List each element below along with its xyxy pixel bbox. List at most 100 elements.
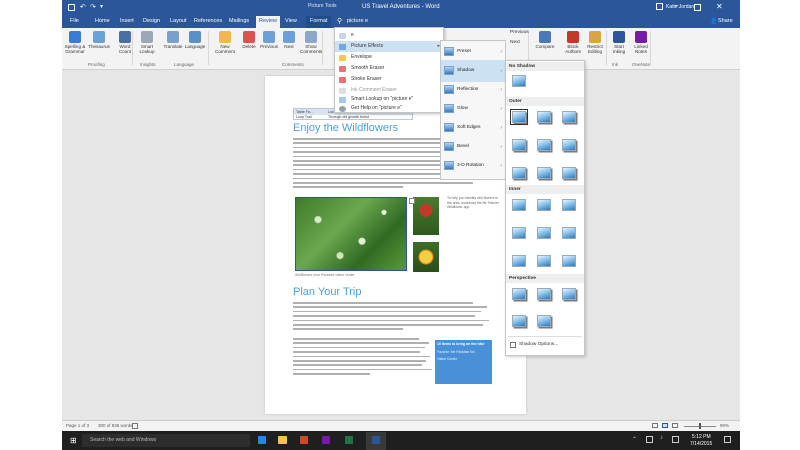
ribbon-button-compare[interactable]: Compare — [534, 31, 556, 49]
tab-mailings[interactable]: Mailings — [229, 18, 249, 24]
ribbon-button-delete[interactable]: Delete — [238, 31, 260, 49]
clock-date[interactable]: 7/14/2015 — [690, 441, 712, 447]
ribbon-display-options-icon[interactable] — [656, 3, 663, 10]
action-center-icon[interactable] — [724, 436, 731, 443]
user-name[interactable]: Katie Jordan — [666, 4, 694, 10]
network-icon[interactable] — [646, 436, 653, 443]
shadow-option-perspective[interactable] — [512, 288, 526, 300]
tab-format[interactable]: Format — [306, 16, 332, 28]
shadow-option-outer[interactable] — [537, 139, 551, 151]
ribbon-button-spelling-grammar[interactable]: Spelling & Grammar — [64, 31, 86, 55]
ribbon-button-block-authors[interactable]: Block Authors — [562, 31, 584, 55]
shadow-option-inner[interactable] — [537, 255, 551, 267]
shadow-option-outer[interactable] — [562, 111, 576, 123]
ribbon-button-next[interactable]: Next — [278, 31, 300, 49]
document-area[interactable]: Table Fa... Location Loop Trail Through … — [62, 70, 740, 420]
tab-insert[interactable]: Insert — [120, 18, 134, 24]
shadow-option-outer[interactable] — [512, 167, 526, 179]
menu-item-stroke-eraser[interactable]: Stroke Eraser — [335, 74, 443, 85]
shadow-option-inner[interactable] — [562, 227, 576, 239]
undo-icon[interactable]: ↶ — [80, 3, 86, 11]
share-button[interactable]: Share — [718, 18, 733, 24]
shadow-option-perspective[interactable] — [562, 288, 576, 300]
shadow-option-none[interactable] — [512, 75, 526, 87]
effect-3d-rotation[interactable]: 3-D Rotation › — [441, 155, 505, 177]
file-explorer-icon[interactable] — [278, 436, 287, 444]
windows-start-icon[interactable]: ⊞ — [70, 436, 77, 445]
compare-icon — [539, 31, 551, 43]
shadow-option-outer[interactable] — [562, 139, 576, 151]
powerpoint-icon[interactable] — [300, 436, 308, 444]
ribbon-button-show-comments[interactable]: Show Comments — [300, 31, 322, 55]
ribbon-button-label: Delete — [242, 44, 256, 49]
quick-access-more-icon[interactable]: ▾ — [100, 3, 103, 10]
menu-item-smooth-eraser[interactable]: Smooth Eraser — [335, 63, 443, 74]
shadow-option-outer[interactable] — [512, 139, 526, 151]
tab-file[interactable]: File — [70, 18, 79, 24]
ribbon-button-new-comment[interactable]: New Comment — [214, 31, 236, 55]
menu-item-get-help[interactable]: Get Help on "picture e" — [335, 103, 443, 114]
shadow-option-inner[interactable] — [562, 199, 576, 211]
onenote-icon[interactable] — [322, 436, 330, 444]
tab-layout[interactable]: Layout — [170, 18, 187, 24]
shadow-option-perspective[interactable] — [537, 288, 551, 300]
maximize-button[interactable] — [694, 4, 701, 11]
shadow-option-outer[interactable] — [510, 109, 528, 125]
menu-item-edit[interactable]: e — [335, 30, 443, 41]
shadow-option-perspective[interactable] — [537, 315, 551, 327]
tracking-next-button[interactable]: Next — [510, 40, 520, 45]
word-count[interactable]: 300 of 836 words — [98, 423, 133, 428]
flower-photo-yellow[interactable] — [413, 242, 439, 272]
page-count[interactable]: Page 1 of 3 — [66, 423, 89, 428]
zoom-level[interactable]: 90% — [720, 423, 729, 428]
zoom-slider-thumb[interactable] — [699, 423, 701, 429]
tray-chevron-icon[interactable]: ⌃ — [632, 436, 637, 443]
shadow-option-perspective[interactable] — [512, 315, 526, 327]
tab-view[interactable]: View — [285, 18, 297, 24]
web-layout-icon[interactable] — [672, 423, 678, 428]
shadow-options-link[interactable]: Shadow Options... — [519, 342, 558, 347]
callout-box[interactable]: 10 Items to bring on the hike Favorite: … — [435, 340, 492, 384]
ribbon-button-previous[interactable]: Previous — [258, 31, 280, 49]
tab-review[interactable]: Review — [256, 16, 281, 28]
tab-design[interactable]: Design — [143, 18, 160, 24]
menu-item-picture-effects[interactable]: Picture Effects ▸ — [335, 41, 443, 52]
notifications-icon[interactable] — [672, 436, 679, 443]
shadow-option-inner[interactable] — [537, 199, 551, 211]
shadow-option-outer[interactable] — [562, 167, 576, 179]
close-button[interactable]: ✕ — [716, 2, 723, 11]
shadow-option-outer[interactable] — [537, 111, 551, 123]
share-icon[interactable]: 👤 — [710, 18, 717, 25]
ribbon-button-translate[interactable]: Translate — [162, 31, 184, 49]
tracking-previous-button[interactable]: Previous — [510, 30, 529, 35]
shadow-option-inner[interactable] — [562, 255, 576, 267]
task-view-icon[interactable] — [258, 436, 266, 444]
excel-icon[interactable] — [345, 436, 353, 444]
volume-icon[interactable]: ♪ — [660, 435, 663, 441]
wildflower-photo[interactable] — [295, 197, 407, 271]
redo-icon[interactable]: ↷ — [90, 3, 96, 11]
read-mode-icon[interactable] — [652, 423, 658, 428]
tab-home[interactable]: Home — [95, 18, 110, 24]
shadow-option-inner[interactable] — [512, 227, 526, 239]
clock-time[interactable]: 5:12 PM — [692, 434, 711, 440]
shadow-option-inner[interactable] — [512, 255, 526, 267]
ribbon-button-restrict-editing[interactable]: Restrict Editing — [584, 31, 606, 55]
shadow-option-outer[interactable] — [537, 167, 551, 179]
menu-item-envelope[interactable]: Envelope — [335, 52, 443, 63]
ribbon-button-start-inking[interactable]: Start Inking — [608, 31, 630, 55]
ribbon-button-linked-notes[interactable]: Linked Notes — [630, 31, 652, 55]
tell-me-input[interactable]: picture e — [347, 18, 368, 24]
print-layout-icon[interactable] — [662, 423, 668, 428]
tab-references[interactable]: References — [194, 18, 222, 24]
flower-photo-red[interactable] — [413, 197, 439, 235]
save-icon[interactable] — [68, 4, 75, 11]
ribbon-button-language[interactable]: Language — [184, 31, 206, 49]
shadow-option-inner[interactable] — [512, 199, 526, 211]
ribbon-button-smart-lookup[interactable]: Smart Lookup — [136, 31, 158, 55]
ribbon-button-thesaurus[interactable]: Thesaurus — [88, 31, 110, 49]
layout-options-icon[interactable] — [409, 198, 415, 204]
proofing-icon[interactable] — [132, 422, 138, 429]
shadow-option-inner[interactable] — [537, 227, 551, 239]
word-icon[interactable] — [372, 436, 380, 444]
